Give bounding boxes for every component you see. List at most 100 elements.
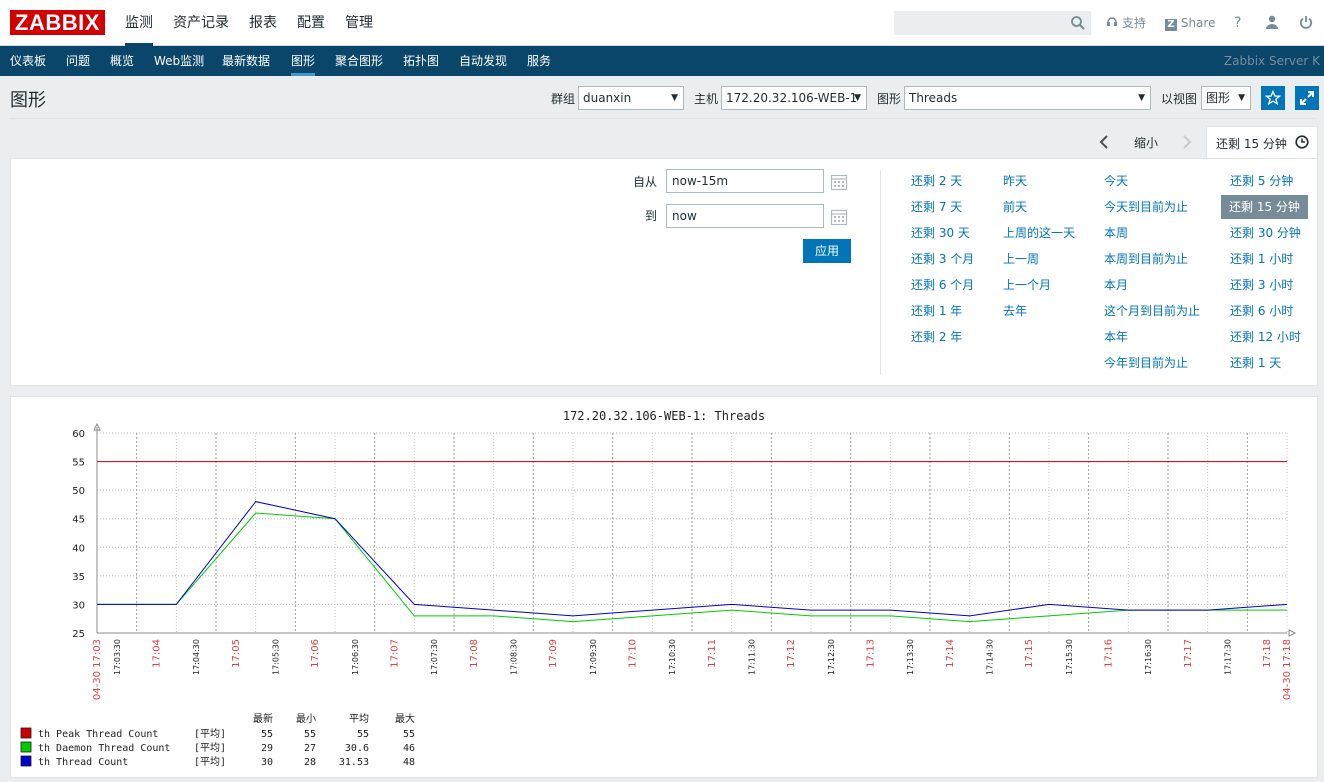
- legend-swatch: [20, 727, 32, 739]
- to-label: 到: [644, 209, 657, 223]
- view-as-label: 以视图: [1161, 92, 1198, 106]
- quick-range-link[interactable]: 去年: [1003, 301, 1027, 321]
- quick-range-link[interactable]: 还剩 6 个月: [911, 275, 974, 295]
- nav-services[interactable]: 服务: [527, 46, 551, 76]
- support-link[interactable]: 支持: [1106, 14, 1146, 32]
- nav-discovery[interactable]: 自动发现: [459, 46, 507, 76]
- calendar-icon[interactable]: [830, 173, 848, 191]
- quick-range-link[interactable]: 还剩 1 小时: [1230, 249, 1293, 269]
- headset-icon: [1107, 17, 1117, 26]
- nav-dashboard[interactable]: 仪表板: [10, 46, 46, 76]
- quick-range-link[interactable]: 本年: [1104, 327, 1128, 347]
- apply-button[interactable]: 应用: [803, 239, 851, 263]
- nav-overview[interactable]: 概览: [110, 46, 134, 76]
- quick-range-link[interactable]: 昨天: [1003, 171, 1027, 191]
- x-tick-label: 17:10: [628, 639, 639, 668]
- fullscreen-icon: [1300, 91, 1314, 105]
- quick-range-link[interactable]: 还剩 7 天: [911, 197, 962, 217]
- legend-series-name: th Thread Count: [38, 757, 128, 768]
- user-profile-icon[interactable]: [1265, 15, 1279, 29]
- quick-range-link[interactable]: 还剩 2 年: [911, 327, 962, 347]
- chevron-right-icon[interactable]: [1181, 134, 1193, 150]
- nav-problems[interactable]: 问题: [66, 46, 90, 76]
- zoom-out-button[interactable]: 缩小: [1134, 134, 1158, 151]
- menu-reports[interactable]: 报表: [249, 0, 277, 46]
- menu-inventory[interactable]: 资产记录: [173, 0, 229, 46]
- quick-range-link[interactable]: 前天: [1003, 197, 1027, 217]
- quick-range-link[interactable]: 上一周: [1003, 249, 1039, 269]
- group-select[interactable]: duanxin ▼: [578, 86, 684, 110]
- quick-range-link[interactable]: 还剩 1 天: [1230, 353, 1281, 373]
- share-link[interactable]: Z Share: [1165, 14, 1215, 32]
- logout-icon[interactable]: [1299, 15, 1313, 29]
- support-label: 支持: [1121, 16, 1146, 30]
- nav-web[interactable]: Web监测: [154, 46, 204, 76]
- y-tick-label: 50: [72, 486, 85, 497]
- search-icon[interactable]: [1070, 15, 1086, 31]
- graph-label: 图形: [877, 92, 902, 106]
- view-as-select[interactable]: 图形 ▼: [1201, 86, 1251, 110]
- nav-latest-data[interactable]: 最新数据: [222, 46, 270, 76]
- x-tick-label: 17:05: [231, 639, 242, 668]
- legend-series-name: th Peak Thread Count: [38, 729, 158, 740]
- host-select[interactable]: 172.20.32.106-WEB-1 ▼: [721, 86, 867, 110]
- quick-range-link[interactable]: 还剩 2 天: [911, 171, 962, 191]
- add-favorite-button[interactable]: [1261, 86, 1285, 110]
- quick-range-link[interactable]: 这个月到目前为止: [1104, 301, 1200, 321]
- quick-range-link[interactable]: 本周: [1104, 223, 1128, 243]
- x-tick-label: 17:06:30: [351, 639, 360, 675]
- y-tick-label: 35: [72, 572, 85, 583]
- legend-value: 48: [403, 757, 415, 768]
- x-tick-label: 17:09:30: [589, 639, 598, 675]
- quick-range-link[interactable]: 还剩 12 小时: [1230, 327, 1301, 347]
- quick-range-link[interactable]: 本月: [1104, 275, 1128, 295]
- quick-range-link[interactable]: 上周的这一天: [1003, 223, 1075, 243]
- menu-monitoring[interactable]: 监测: [125, 0, 153, 46]
- quick-range-link[interactable]: 还剩 6 小时: [1230, 301, 1293, 321]
- quick-range-link[interactable]: 还剩 1 年: [911, 301, 962, 321]
- clock-icon: [1295, 135, 1309, 149]
- menu-administration[interactable]: 管理: [345, 0, 373, 46]
- nav-maps[interactable]: 拓扑图: [403, 46, 439, 76]
- legend-value: 46: [403, 743, 415, 754]
- host-label: 主机: [694, 92, 719, 106]
- x-tick-label: 17:08: [469, 639, 480, 668]
- x-tick-label: 17:10:30: [668, 639, 677, 675]
- quick-range-link[interactable]: 上一个月: [1003, 275, 1051, 295]
- search-input[interactable]: [894, 11, 1091, 35]
- quick-range-link[interactable]: 本周到目前为止: [1104, 249, 1188, 269]
- time-selector-bar: 缩小 还剩 15 分钟: [0, 126, 1324, 159]
- nav-graphs[interactable]: 图形: [291, 46, 316, 76]
- help-link[interactable]: ?: [1234, 14, 1241, 32]
- quick-range-link[interactable]: 还剩 30 分钟: [1230, 223, 1301, 243]
- menu-configuration[interactable]: 配置: [297, 0, 325, 46]
- chevron-left-icon[interactable]: [1098, 134, 1110, 150]
- zabbix-logo[interactable]: ZABBIX: [10, 10, 105, 35]
- legend-value: 28: [304, 757, 316, 768]
- from-label: 自从: [632, 175, 657, 189]
- calendar-icon[interactable]: [830, 208, 848, 226]
- tab-time-range[interactable]: 还剩 15 分钟: [1206, 126, 1318, 159]
- quick-range-link[interactable]: 今天到目前为止: [1104, 197, 1188, 217]
- graph-grid: [96, 432, 1288, 634]
- x-tick-label: 17:14:30: [986, 639, 995, 675]
- quick-range-link[interactable]: 还剩 5 分钟: [1230, 171, 1293, 191]
- graph-select[interactable]: Threads ▼: [904, 86, 1151, 110]
- nav-screens[interactable]: 聚合图形: [335, 46, 383, 76]
- quick-range-link-selected[interactable]: 还剩 15 分钟: [1221, 195, 1308, 219]
- chevron-down-icon: ▼: [1138, 93, 1145, 103]
- from-input[interactable]: now-15m: [666, 169, 824, 193]
- x-tick-label: 17:04:30: [192, 639, 201, 675]
- quick-range-link[interactable]: 还剩 3 小时: [1230, 275, 1293, 295]
- x-tick-label: 17:08:30: [510, 639, 519, 675]
- view-as-value: 图形: [1206, 91, 1231, 105]
- x-start-label: 04-30 17:03: [92, 639, 103, 700]
- quick-range-link[interactable]: 今天: [1104, 171, 1128, 191]
- quick-range-link[interactable]: 今年到目前为止: [1104, 353, 1188, 373]
- fullscreen-button[interactable]: [1295, 86, 1319, 110]
- to-input[interactable]: now: [666, 204, 824, 228]
- quick-range-link[interactable]: 还剩 30 天: [911, 223, 970, 243]
- quick-range-link[interactable]: 还剩 3 个月: [911, 249, 974, 269]
- top-bar: ZABBIX 监测 资产记录 报表 配置 管理 支持 Z Share ?: [0, 0, 1324, 46]
- legend-swatch: [20, 741, 32, 753]
